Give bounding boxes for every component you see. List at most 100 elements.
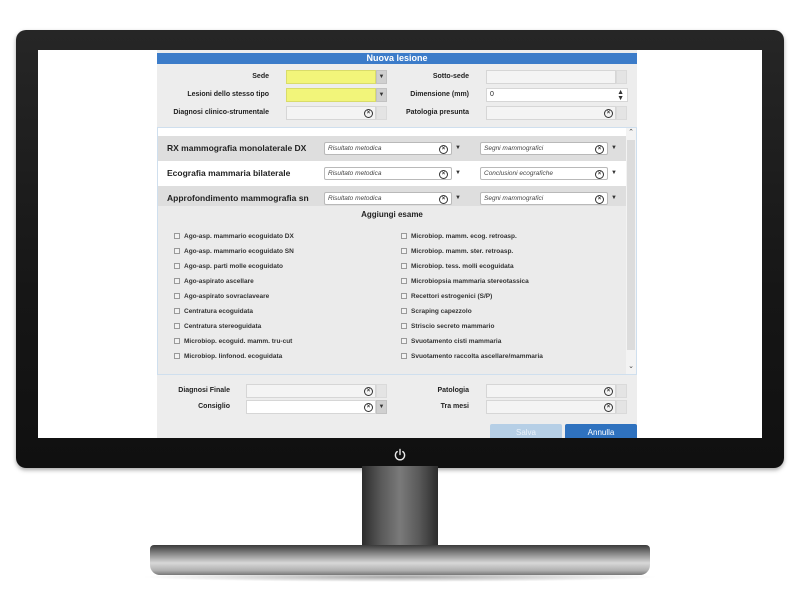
risultato-metodica-select[interactable]: Risultato metodica × — [324, 192, 452, 205]
risultato-metodica-select[interactable]: Risultato metodica × — [324, 167, 452, 180]
clear-circle-icon[interactable]: × — [595, 169, 604, 179]
exam-row: Ecografia mammaria bilaterale Risultato … — [158, 161, 626, 186]
exam-checkbox[interactable]: Microbiop. ecoguid. mamm. tru-cut — [174, 338, 292, 348]
checkbox-icon[interactable] — [401, 338, 407, 344]
checkbox-icon[interactable] — [401, 278, 407, 284]
checkbox-icon[interactable] — [174, 353, 180, 359]
caret-down-icon[interactable]: ▼ — [611, 145, 617, 151]
checkbox-icon[interactable] — [174, 233, 180, 239]
segni-mammografici-select[interactable]: Segni mammografici × — [480, 192, 608, 205]
sede-input[interactable] — [286, 70, 376, 84]
clear-circle-icon[interactable]: × — [604, 403, 613, 412]
segni-mammografici-select[interactable]: Segni mammografici × — [480, 142, 608, 155]
diagnosi-clinico-input[interactable]: × — [286, 106, 376, 120]
checkbox-icon[interactable] — [401, 248, 407, 254]
risultato-metodica-select[interactable]: Risultato metodica × — [324, 142, 452, 155]
sotto-sede-input[interactable] — [486, 70, 616, 84]
patologia-presunta-dropdown-button[interactable] — [616, 106, 627, 120]
checkbox-icon[interactable] — [174, 263, 180, 269]
clear-circle-icon[interactable]: × — [439, 169, 448, 179]
exam-checkbox[interactable]: Ago-aspirato ascellare — [174, 278, 254, 288]
caret-down-icon[interactable]: ▼ — [611, 170, 617, 176]
spinner-icon[interactable]: ▲ ▼ — [617, 89, 624, 102]
exam-name: RX mammografia monolaterale DX — [167, 143, 307, 153]
exam-checkbox[interactable]: Microbiop. mamm. ecog. retroasp. — [401, 233, 517, 243]
checkbox-icon[interactable] — [401, 353, 407, 359]
clear-circle-icon[interactable]: × — [439, 194, 448, 204]
conclusioni-ecografiche-select[interactable]: Conclusioni ecografiche × — [480, 167, 608, 180]
tra-mesi-input[interactable]: × — [486, 400, 616, 414]
exam-checkbox[interactable]: Centratura ecoguidata — [174, 308, 253, 318]
clear-circle-icon[interactable]: × — [364, 387, 373, 396]
exam-checkbox[interactable]: Striscio secreto mammario — [401, 323, 494, 333]
checkbox-icon[interactable] — [174, 338, 180, 344]
exam-checkbox[interactable]: Ago-aspirato sovraclaveare — [174, 293, 269, 303]
lesioni-input[interactable] — [286, 88, 376, 102]
caret-down-icon[interactable]: ▼ — [455, 145, 461, 151]
checkbox-icon[interactable] — [401, 293, 407, 299]
exam-checkbox[interactable]: Recettori estrogenici (S/P) — [401, 293, 492, 303]
exam-checkbox[interactable]: Svuotamento cisti mammaria — [401, 338, 501, 348]
checkbox-icon[interactable] — [401, 263, 407, 269]
clear-circle-icon[interactable]: × — [595, 194, 604, 204]
clear-circle-icon[interactable]: × — [364, 109, 373, 118]
clear-circle-icon[interactable]: × — [604, 387, 613, 396]
caret-down-icon[interactable]: ▼ — [455, 170, 461, 176]
exam-checkbox[interactable]: Svuotamento raccolta ascellare/mammaria — [401, 353, 543, 363]
patologia-presunta-input[interactable]: × — [486, 106, 616, 120]
patologia-label: Patologia — [437, 387, 469, 394]
save-button[interactable]: Salva — [490, 424, 562, 438]
exam-checkbox[interactable]: Scraping capezzolo — [401, 308, 472, 318]
checkbox-icon[interactable] — [401, 308, 407, 314]
sotto-sede-dropdown-button[interactable] — [616, 70, 627, 84]
diagnosi-finale-dropdown-button[interactable] — [376, 384, 387, 398]
checkbox-icon[interactable] — [174, 278, 180, 284]
checkbox-icon[interactable] — [174, 293, 180, 299]
cancel-button[interactable]: Annulla — [565, 424, 637, 438]
caret-down-icon: ▼ — [378, 92, 385, 98]
dimensione-input[interactable]: 0 ▲ ▼ — [486, 88, 628, 102]
caret-down-icon[interactable]: ▼ — [611, 195, 617, 201]
chevron-down-icon[interactable]: ⌄ — [626, 362, 636, 372]
clear-circle-icon[interactable]: × — [439, 144, 448, 154]
exam-checkbox[interactable]: Microbiopsia mammaria stereotassica — [401, 278, 529, 288]
diagnosi-clinico-dropdown-button[interactable] — [376, 106, 387, 120]
sotto-sede-label: Sotto-sede — [432, 73, 469, 80]
sede-label: Sede — [252, 73, 269, 80]
checkbox-icon[interactable] — [174, 308, 180, 314]
tra-mesi-label: Tra mesi — [440, 403, 469, 410]
power-icon[interactable] — [393, 448, 407, 462]
exam-checkbox[interactable]: Centratura stereoguidata — [174, 323, 261, 333]
checkbox-icon[interactable] — [174, 323, 180, 329]
diagnosi-finale-label: Diagnosi Finale — [178, 387, 230, 394]
exam-checkbox[interactable]: Ago-asp. mammario ecoguidato DX — [174, 233, 294, 243]
chevron-up-icon[interactable]: ⌃ — [626, 128, 636, 138]
checkbox-icon[interactable] — [174, 248, 180, 254]
checkbox-icon[interactable] — [401, 323, 407, 329]
consiglio-dropdown-button[interactable]: ▼ — [376, 400, 387, 414]
clear-circle-icon[interactable]: × — [604, 109, 613, 118]
checkbox-icon[interactable] — [401, 233, 407, 239]
exam-checkbox[interactable]: Microbiop. mamm. ster. retroasp. — [401, 248, 513, 258]
diagnosi-clinico-label: Diagnosi clinico-strumentale — [173, 109, 269, 116]
exam-name: Approfondimento mammografia sn — [167, 193, 309, 203]
lesioni-dropdown-button[interactable]: ▼ — [376, 88, 387, 102]
sede-dropdown-button[interactable]: ▼ — [376, 70, 387, 84]
exam-panel-scrollbar[interactable]: ⌃ ⌄ — [626, 128, 636, 374]
patologia-presunta-label: Patologia presunta — [405, 109, 469, 116]
caret-down-icon: ▼ — [378, 404, 385, 410]
clear-circle-icon[interactable]: × — [595, 144, 604, 154]
patologia-dropdown-button[interactable] — [616, 384, 627, 398]
consiglio-input[interactable]: × — [246, 400, 376, 414]
clear-circle-icon[interactable]: × — [364, 403, 373, 412]
exam-checkbox[interactable]: Ago-asp. mammario ecoguidato SN — [174, 248, 294, 258]
exam-checkbox[interactable]: Microbiop. tess. molli ecoguidata — [401, 263, 514, 273]
diagnosi-finale-input[interactable]: × — [246, 384, 376, 398]
dialog-nuova-lesione: Nuova lesione Sede ▼ Sotto-sede Lesioni … — [157, 50, 637, 438]
exam-checkbox[interactable]: Ago-asp. parti molle ecoguidato — [174, 263, 283, 273]
exam-checkbox[interactable]: Microbiop. linfonod. ecoguidata — [174, 353, 282, 363]
caret-down-icon[interactable]: ▼ — [455, 195, 461, 201]
scrollbar-thumb[interactable] — [627, 140, 635, 350]
tra-mesi-dropdown-button[interactable] — [616, 400, 627, 414]
patologia-input[interactable]: × — [486, 384, 616, 398]
